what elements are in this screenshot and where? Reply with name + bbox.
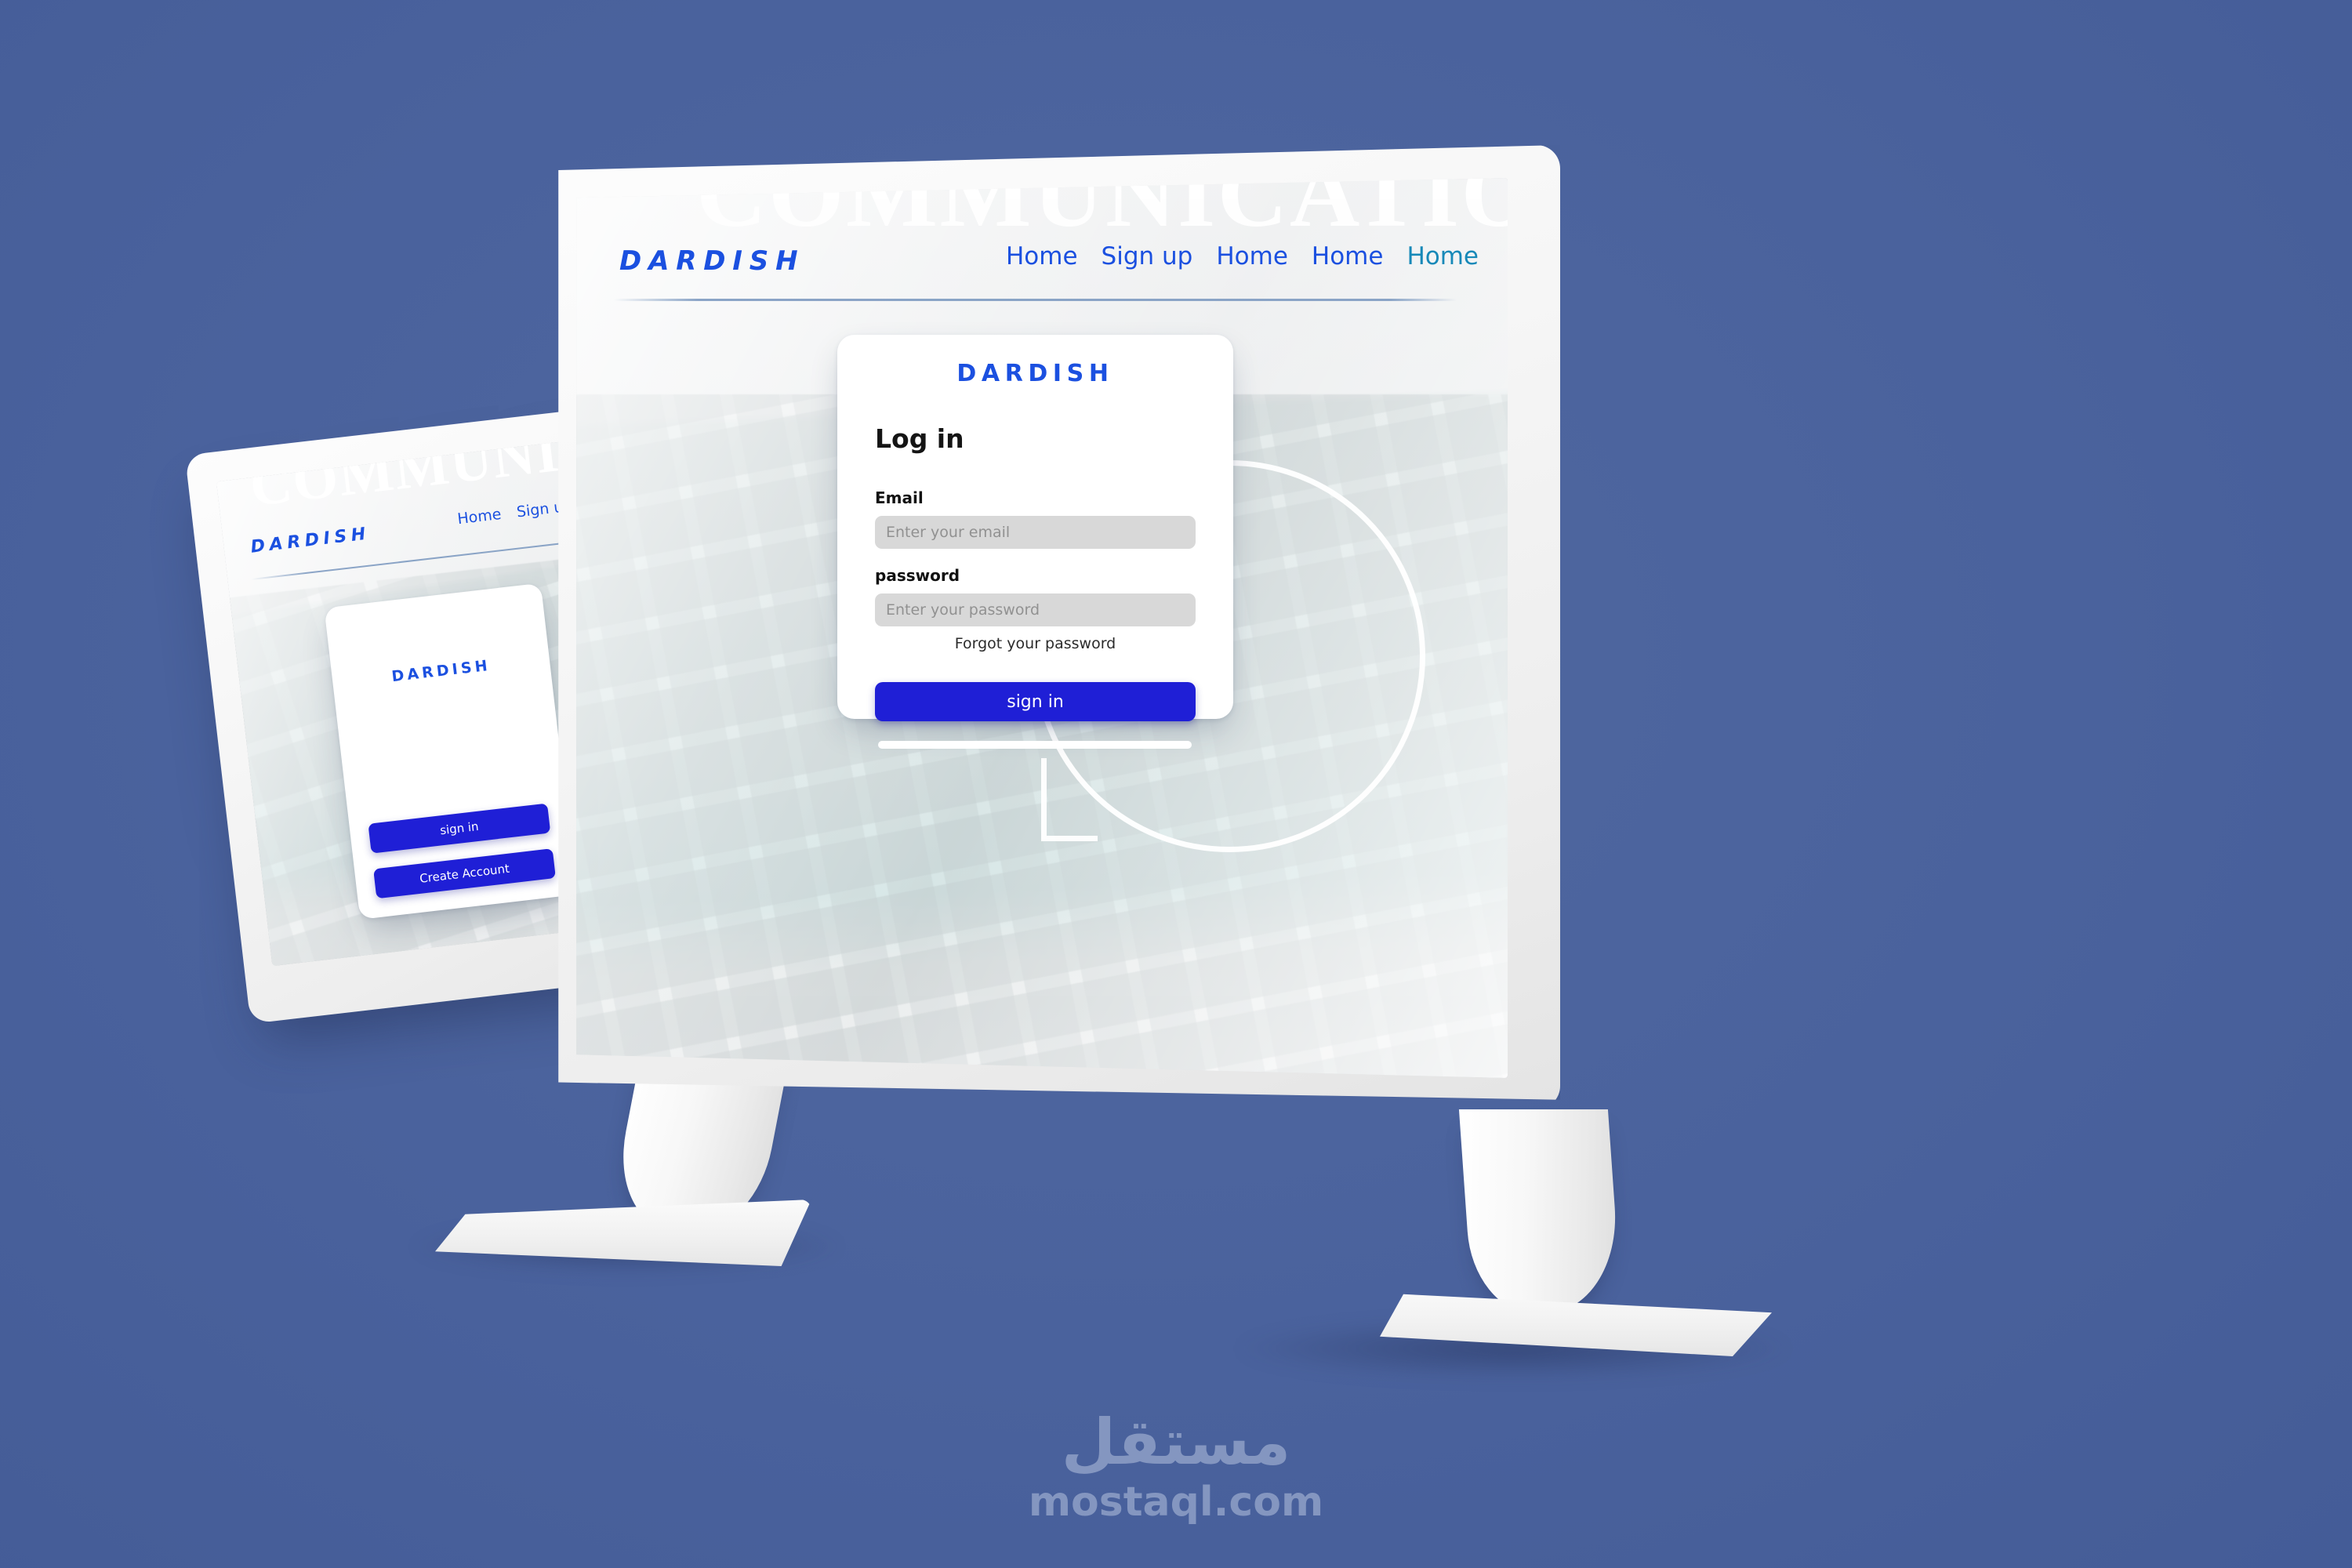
email-field-group: Email [875, 488, 1196, 549]
welcome-card-logo: DARDISH [390, 656, 492, 686]
email-label: Email [875, 488, 924, 507]
speech-bubble-tail-icon [1041, 758, 1098, 841]
mostaql-watermark: مستقل mostaql.com [925, 1411, 1427, 1523]
login-card-logo: DARDISH [956, 360, 1114, 387]
site-logo[interactable]: DARDISH [249, 524, 371, 557]
password-label: password [875, 566, 960, 585]
right-monitor-neck-shape [1458, 1109, 1623, 1313]
nav-item-home-2[interactable]: Home [1216, 242, 1288, 270]
email-input[interactable] [875, 516, 1196, 549]
mostaql-watermark-arabic: مستقل [1061, 1406, 1291, 1479]
nav-item-home-1[interactable]: Home [1006, 242, 1078, 270]
forgot-password-link[interactable]: Forgot your password [875, 635, 1196, 652]
mockup-canvas: COMMUNICATION DARDISH Home Sign up Home … [0, 0, 2352, 1568]
nav-item-home-4[interactable]: Home [1406, 242, 1479, 270]
login-submit-button[interactable]: sign in [875, 682, 1196, 721]
password-input[interactable] [875, 593, 1196, 626]
login-card: DARDISH Log in Email password Forgot you… [837, 335, 1233, 721]
primary-nav: Home Sign up Home Home Home [1006, 242, 1479, 270]
card-underbar [878, 741, 1192, 749]
right-screen-content: COMMUNICATION DARDISH Home Sign up Home … [576, 178, 1508, 1078]
right-monitor: COMMUNICATION DARDISH Home Sign up Home … [558, 0, 2352, 1411]
sign-in-button[interactable]: sign in [368, 803, 551, 854]
mostaql-watermark-latin: mostaql.com [1028, 1479, 1324, 1526]
nav-item-home-3[interactable]: Home [1312, 242, 1384, 270]
nav-item-signup[interactable]: Sign up [1102, 242, 1193, 270]
right-monitor-body: COMMUNICATION DARDISH Home Sign up Home … [525, 145, 1560, 1109]
right-monitor-screen: COMMUNICATION DARDISH Home Sign up Home … [576, 178, 1508, 1078]
right-stand-group [698, 1109, 1772, 1423]
login-card-title: Log in [875, 423, 964, 454]
nav-divider [614, 299, 1457, 301]
login-actions: sign in [875, 682, 1196, 721]
site-logo[interactable]: DARDISH [619, 245, 804, 277]
nav-item-home-1[interactable]: Home [456, 506, 502, 528]
password-field-group: password Forgot your password [875, 566, 1196, 652]
